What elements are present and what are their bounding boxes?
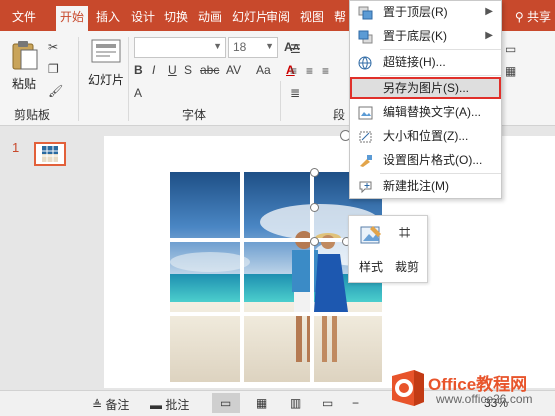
shadow-button[interactable]: S: [184, 62, 192, 78]
menu-item-hyperlink[interactable]: 超链接(H)...: [350, 51, 501, 73]
reading-view-icon[interactable]: ▥: [290, 396, 301, 410]
send-to-back-icon: [358, 29, 374, 44]
menu-separator: [380, 75, 501, 76]
share-button[interactable]: ⚲ 共享: [515, 6, 551, 28]
tab-home[interactable]: 开始: [56, 6, 89, 31]
normal-view-button[interactable]: ▭: [212, 393, 240, 413]
bold-button[interactable]: B: [134, 62, 143, 78]
chevron-down-icon: ▼: [213, 41, 222, 51]
office26-watermark: Office教程网 www.office26.com: [388, 364, 553, 412]
quick-styles-icon[interactable]: ▦: [505, 63, 516, 79]
tab-file[interactable]: 文件: [8, 6, 40, 31]
new-slide-button[interactable]: 幻灯片: [86, 39, 126, 95]
bullets-icon[interactable]: ☰: [290, 41, 301, 57]
resize-handle[interactable]: [310, 168, 319, 177]
slide-thumbnail[interactable]: [34, 142, 66, 166]
italic-button[interactable]: I: [152, 62, 155, 78]
paste-button[interactable]: 粘贴: [8, 39, 42, 91]
bring-to-front-icon: [358, 5, 374, 20]
tab-review[interactable]: 审阅: [262, 6, 294, 31]
picture-style-icon: [360, 226, 381, 244]
mini-toolbar: 样式 ⌗ 裁剪: [348, 215, 428, 283]
tab-help[interactable]: 帮: [330, 6, 350, 31]
arrange-icon[interactable]: ▭: [505, 41, 516, 57]
tab-view[interactable]: 视图: [296, 6, 328, 31]
slide-layout-icon: [91, 39, 121, 63]
menu-item-new-comment[interactable]: 新建批注(M): [350, 175, 501, 197]
menu-item-edit-alt-text[interactable]: 编辑替换文字(A)...: [350, 101, 501, 123]
change-case-button[interactable]: Aa: [256, 62, 271, 78]
chevron-right-icon: ▶: [485, 30, 493, 41]
comment-bubble-icon: ▬: [150, 398, 166, 412]
justify-icon[interactable]: ≣: [290, 85, 300, 101]
align-center-icon[interactable]: ≡: [306, 63, 313, 79]
menu-item-format-picture[interactable]: 设置图片格式(O)...: [350, 149, 501, 171]
thumbnail-image: [42, 146, 58, 162]
paragraph-group-label: 段: [333, 108, 346, 122]
align-right-icon[interactable]: ≡: [322, 63, 329, 79]
comment-icon: [358, 179, 374, 194]
slide-sorter-icon[interactable]: ▦: [256, 396, 267, 410]
normal-view-icon: ▭: [220, 396, 232, 410]
comments-button[interactable]: ▬ 批注: [150, 396, 189, 413]
clipboard-group-label: 剪贴板: [14, 108, 51, 122]
chevron-right-icon: ▶: [485, 6, 493, 17]
slide-number: 1: [12, 140, 20, 155]
crop-icon: ⌗: [399, 222, 411, 244]
notes-button[interactable]: ≜ 备注: [92, 396, 129, 413]
tab-animations[interactable]: 动画: [194, 6, 226, 31]
zoom-out-icon[interactable]: −: [352, 396, 359, 410]
tab-transitions[interactable]: 切换: [160, 6, 192, 31]
new-slide-label: 幻灯片: [88, 73, 125, 87]
menu-item-send-to-back[interactable]: 置于底层(K) ▶: [350, 25, 501, 47]
tab-insert[interactable]: 插入: [92, 6, 124, 31]
paste-label: 粘贴: [12, 77, 37, 91]
tab-design[interactable]: 设计: [127, 6, 159, 31]
resize-handle[interactable]: [310, 237, 319, 246]
menu-item-bring-to-front[interactable]: 置于顶层(R) ▶: [350, 1, 501, 23]
underline-button[interactable]: U: [168, 62, 177, 78]
menu-separator: [380, 49, 501, 50]
separator: [280, 81, 281, 121]
resize-handle[interactable]: [310, 203, 319, 212]
hyperlink-icon: [358, 55, 374, 70]
crop-button[interactable]: ⌗ 裁剪: [393, 222, 423, 280]
person-icon: ⚲: [514, 10, 527, 24]
strikethrough-button[interactable]: abc: [200, 62, 219, 78]
separator: [78, 37, 79, 121]
menu-item-size-and-position[interactable]: 大小和位置(Z)...: [350, 125, 501, 147]
office-logo: [392, 370, 424, 406]
menu-item-save-as-picture[interactable]: 另存为图片(S)...: [350, 77, 501, 99]
watermark-url: www.office26.com: [436, 392, 533, 406]
separator: [128, 37, 129, 121]
size-position-icon: [358, 129, 374, 143]
clipboard-icon: [12, 41, 38, 70]
char-spacing-button[interactable]: AV: [226, 62, 241, 78]
notes-icon: ≜: [92, 398, 106, 412]
font-name-select[interactable]: ▼: [134, 37, 226, 58]
context-menu: 置于顶层(R) ▶ 置于底层(K) ▶ 超链接(H)... 另存为图片(S)..…: [349, 0, 502, 199]
menu-separator: [380, 173, 501, 174]
style-button[interactable]: 样式: [357, 222, 387, 280]
copy-icon[interactable]: ❐: [48, 61, 59, 77]
format-painter-icon[interactable]: 🖌: [48, 83, 63, 99]
font-size-select[interactable]: 18 ▼: [228, 37, 278, 58]
highlight-icon[interactable]: A: [134, 85, 142, 101]
align-icon[interactable]: ≡: [290, 63, 297, 79]
alt-text-icon: [358, 105, 374, 120]
slideshow-icon[interactable]: ▭: [322, 396, 333, 410]
cut-icon[interactable]: ✂: [48, 39, 58, 55]
font-group-label: 字体: [182, 108, 207, 122]
chevron-down-icon: ▼: [265, 41, 274, 51]
format-picture-icon: [358, 153, 374, 167]
